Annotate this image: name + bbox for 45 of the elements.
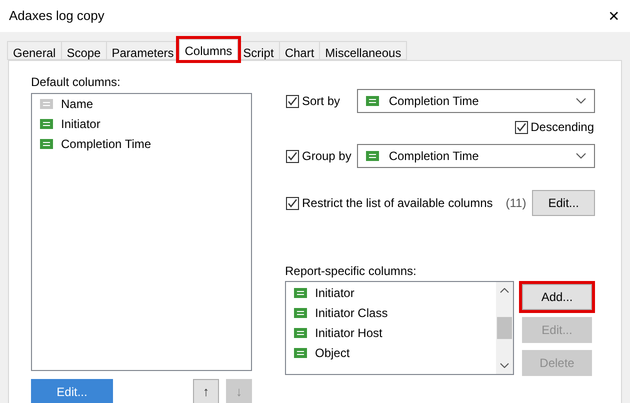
tab[interactable]: Scope — [60, 41, 107, 60]
list-item[interactable]: Initiator — [40, 117, 251, 131]
checkbox-label: Restrict the list of available columns — [302, 195, 493, 212]
chevron-down-icon — [576, 98, 586, 104]
column-icon — [294, 328, 307, 338]
dropdown[interactable]: Completion Time — [356, 89, 595, 113]
column-icon — [366, 96, 379, 106]
tab[interactable]: Columns — [178, 39, 238, 60]
column-icon — [294, 348, 307, 358]
close-button[interactable]: ✕ — [608, 6, 620, 26]
list-item[interactable]: Object — [294, 346, 496, 360]
tab[interactable]: Chart — [278, 41, 320, 60]
list-item[interactable]: Completion Time — [40, 137, 251, 151]
list-item[interactable]: Initiator Host — [294, 326, 496, 340]
tab[interactable]: Miscellaneous — [319, 41, 408, 60]
button[interactable]: Add... — [522, 284, 592, 310]
up-arrow-button[interactable]: ↑ — [193, 379, 219, 403]
scroll-down-icon[interactable] — [500, 363, 509, 368]
checkbox[interactable] — [286, 150, 299, 162]
column-icon — [366, 151, 379, 161]
checkbox[interactable] — [286, 196, 299, 210]
scroll-up-icon[interactable] — [500, 288, 509, 293]
list-label: Report-specific columns: — [285, 263, 418, 280]
edit-button[interactable]: Edit... — [31, 379, 113, 403]
dropdown-value: Completion Time — [388, 148, 480, 165]
list-item[interactable]: Initiator Class — [294, 306, 496, 320]
column-count: (11) — [506, 195, 526, 212]
column-icon — [294, 308, 307, 318]
scrollbar[interactable] — [496, 282, 513, 374]
window-title: Adaxes log copy — [9, 7, 104, 26]
scrollbar-thumb[interactable] — [497, 317, 512, 339]
chevron-down-icon — [576, 153, 586, 159]
button[interactable]: Edit... — [532, 190, 595, 216]
checkbox-label: Group by — [302, 148, 352, 165]
checkbox-label: Sort by — [302, 93, 342, 110]
checkbox[interactable] — [286, 94, 299, 108]
list-item[interactable]: Name — [40, 97, 251, 111]
tab[interactable]: General — [7, 41, 62, 60]
dropdown-value: Completion Time — [388, 93, 480, 110]
checkbox-label: Descending — [530, 119, 594, 136]
list-label: Default columns: — [31, 74, 122, 91]
list-item[interactable]: Initiator — [294, 286, 496, 300]
dropdown[interactable]: Completion Time — [356, 144, 595, 168]
column-icon — [294, 288, 307, 298]
checkbox[interactable] — [514, 120, 528, 134]
